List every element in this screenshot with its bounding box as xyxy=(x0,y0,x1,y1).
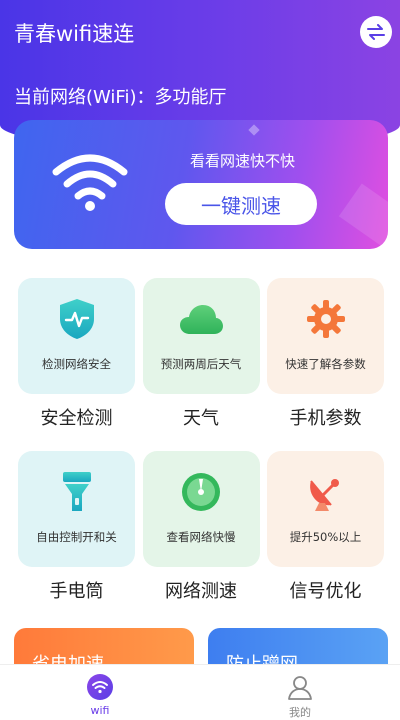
feature-grid: 检测网络安全 安全检测 预测两周后天气 天气 快速了解各参数 手机参数 自由控制… xyxy=(18,278,384,603)
tile-signal-optimize[interactable]: 提升50%以上 信号优化 xyxy=(267,451,384,603)
tile-weather[interactable]: 预测两周后天气 天气 xyxy=(142,278,260,430)
cloud-icon xyxy=(180,305,223,334)
flashlight-icon xyxy=(62,472,91,511)
tab-mine[interactable]: 我的 xyxy=(200,665,400,720)
user-icon xyxy=(288,676,312,700)
app-title: 青春wifi速连 xyxy=(14,22,135,46)
tab-label: wifi xyxy=(90,704,110,717)
one-click-speed-test-button[interactable]: 一键测速 xyxy=(165,183,317,225)
feature-card[interactable]: 检测网络安全 xyxy=(18,278,135,394)
feature-title: 手电筒 xyxy=(49,581,104,602)
feature-title: 网络测速 xyxy=(165,581,237,602)
feature-description: 检测网络安全 xyxy=(42,357,111,371)
wifi-icon xyxy=(87,674,113,700)
current-network-label: 当前网络(WiFi)：多功能厅 xyxy=(14,87,227,108)
switch-button[interactable] xyxy=(360,16,392,48)
app-screen: 青春wifi速连 当前网络(WiFi)：多功能厅 看看网速快不快 一键测速 检测… xyxy=(0,0,400,720)
feature-card[interactable]: 自由控制开和关 xyxy=(18,451,135,567)
feature-title: 安全检测 xyxy=(40,408,113,429)
shield-icon xyxy=(59,299,94,339)
speed-test-banner: 看看网速快不快 一键测速 xyxy=(14,120,388,249)
banner-decoration xyxy=(338,183,388,249)
satellite-dish-icon xyxy=(309,479,339,511)
tile-phone-params[interactable]: 快速了解各参数 手机参数 xyxy=(267,278,384,430)
swap-arrows-icon xyxy=(367,24,385,40)
feature-description: 预测两周后天气 xyxy=(160,357,242,371)
tile-flashlight[interactable]: 自由控制开和关 手电筒 xyxy=(18,451,135,603)
tab-label: 我的 xyxy=(289,706,311,719)
tile-security-check[interactable]: 检测网络安全 安全检测 xyxy=(18,278,135,430)
banner-subtitle: 看看网速快不快 xyxy=(190,152,296,170)
banner-decoration xyxy=(248,124,260,136)
grid-row: 自由控制开和关 手电筒 查看网络快慢 网络测速 提升50%以上 信号优化 xyxy=(18,451,384,603)
bottom-tab-bar: wifi 我的 xyxy=(0,664,400,720)
feature-title: 信号优化 xyxy=(289,581,362,602)
feature-description: 自由控制开和关 xyxy=(36,530,117,544)
feature-card[interactable]: 查看网络快慢 xyxy=(142,451,260,567)
feature-card[interactable]: 预测两周后天气 xyxy=(142,278,260,394)
feature-description: 快速了解各参数 xyxy=(285,357,366,371)
tile-network-speed[interactable]: 查看网络快慢 网络测速 xyxy=(142,451,260,603)
grid-row: 检测网络安全 安全检测 预测两周后天气 天气 快速了解各参数 手机参数 xyxy=(18,278,384,430)
feature-card[interactable]: 快速了解各参数 xyxy=(267,278,384,394)
gear-icon xyxy=(306,300,345,338)
feature-card[interactable]: 提升50%以上 xyxy=(267,451,384,567)
wifi-icon xyxy=(52,154,128,211)
feature-description: 查看网络快慢 xyxy=(166,530,236,544)
feature-title: 天气 xyxy=(183,408,219,429)
feature-description: 提升50%以上 xyxy=(289,530,362,544)
tab-wifi[interactable]: wifi xyxy=(0,665,200,720)
feature-title: 手机参数 xyxy=(289,408,362,429)
speedometer-icon xyxy=(182,473,220,511)
